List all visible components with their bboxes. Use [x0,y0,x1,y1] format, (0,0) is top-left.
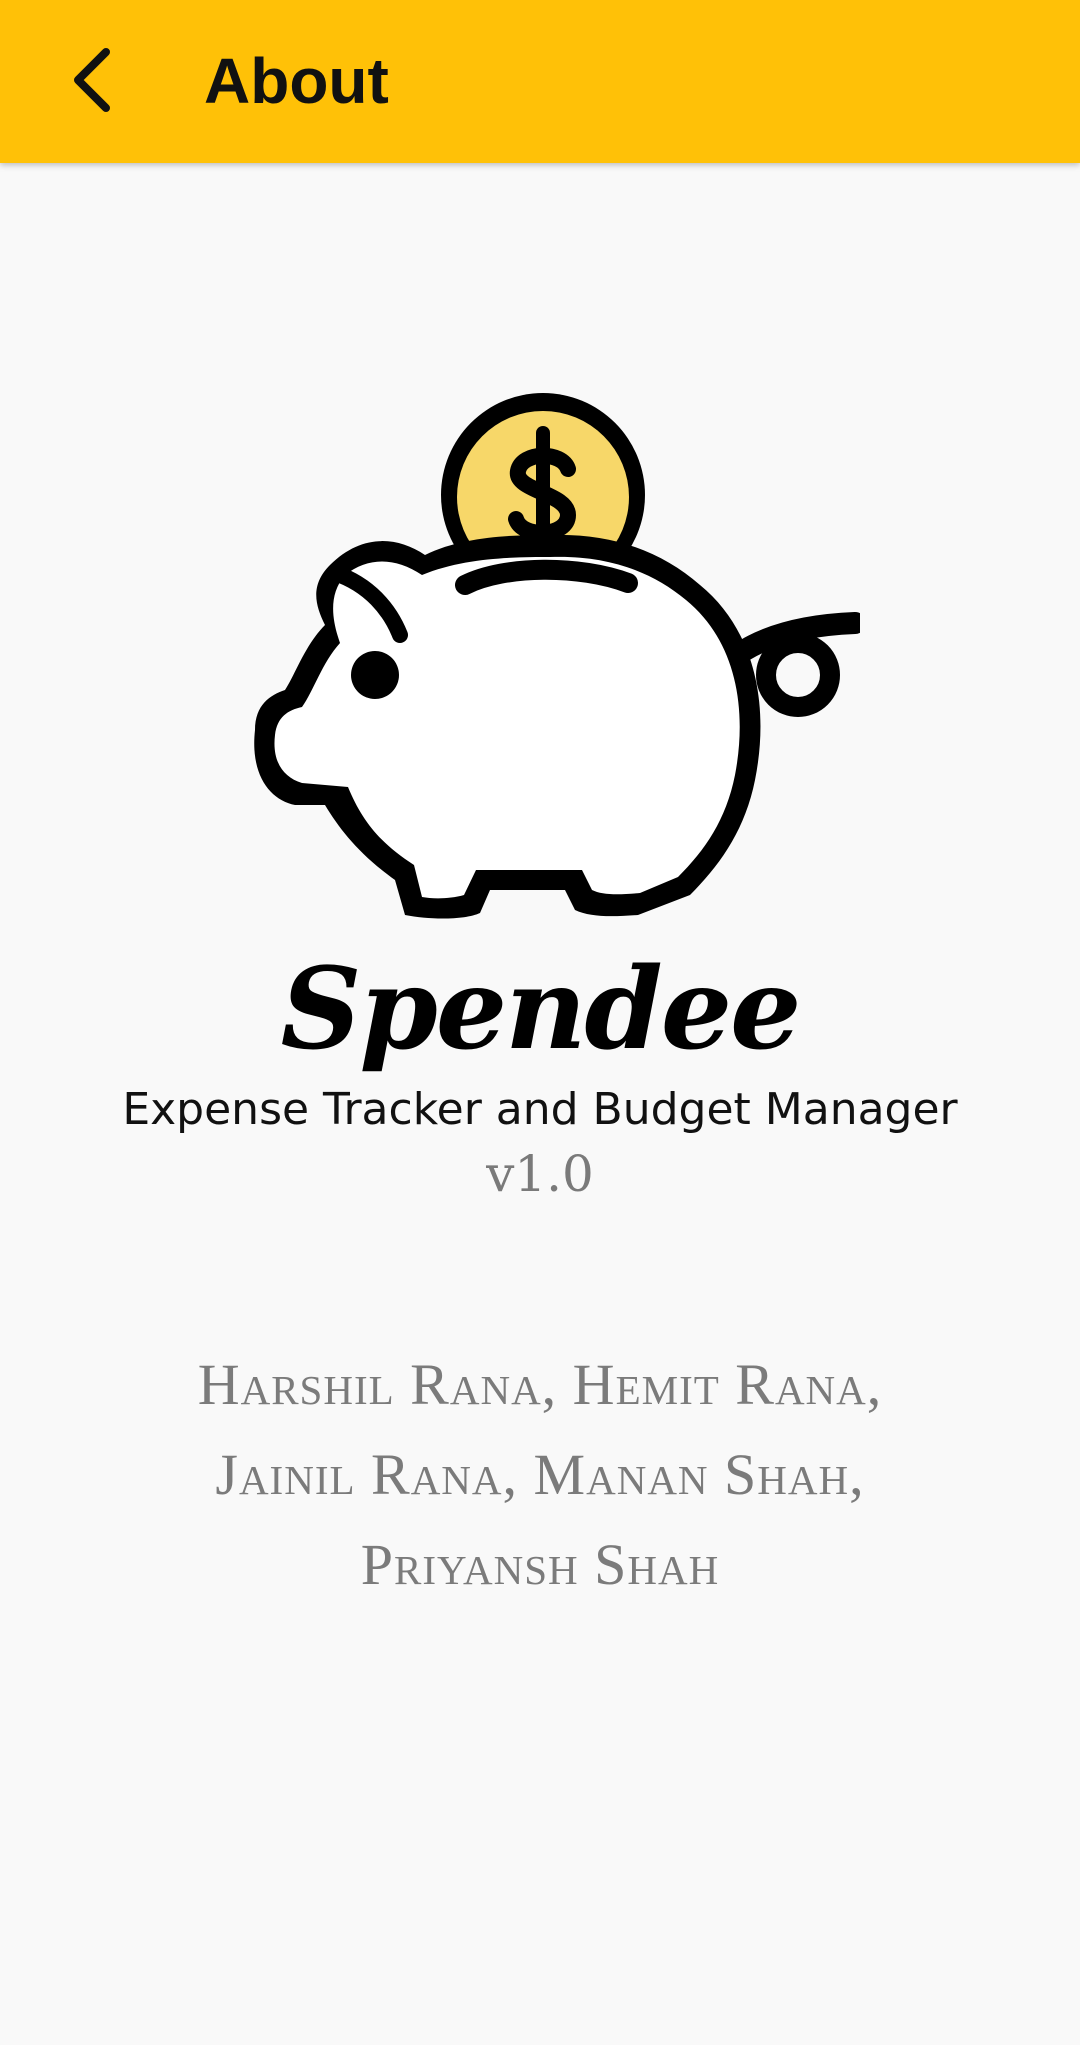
app-logo [250,385,866,925]
credits: Harshil Rana, Hemit Rana, Jainil Rana, M… [130,1340,950,1610]
back-button[interactable] [42,30,142,130]
chevron-left-icon [74,48,110,112]
app-name: Spendee [280,944,802,1075]
app-version: v1.0 [486,1145,594,1203]
credits-line: Priyansh Shah [360,1532,720,1597]
piggy-bank-icon [254,393,866,919]
page-title: About [204,45,389,117]
credits-line: Jainil Rana, Manan Shah, [215,1442,865,1507]
credits-line: Harshil Rana, Hemit Rana, [197,1352,883,1417]
app-bar: About [0,0,1080,163]
app-tagline: Expense Tracker and Budget Manager [122,1084,958,1135]
